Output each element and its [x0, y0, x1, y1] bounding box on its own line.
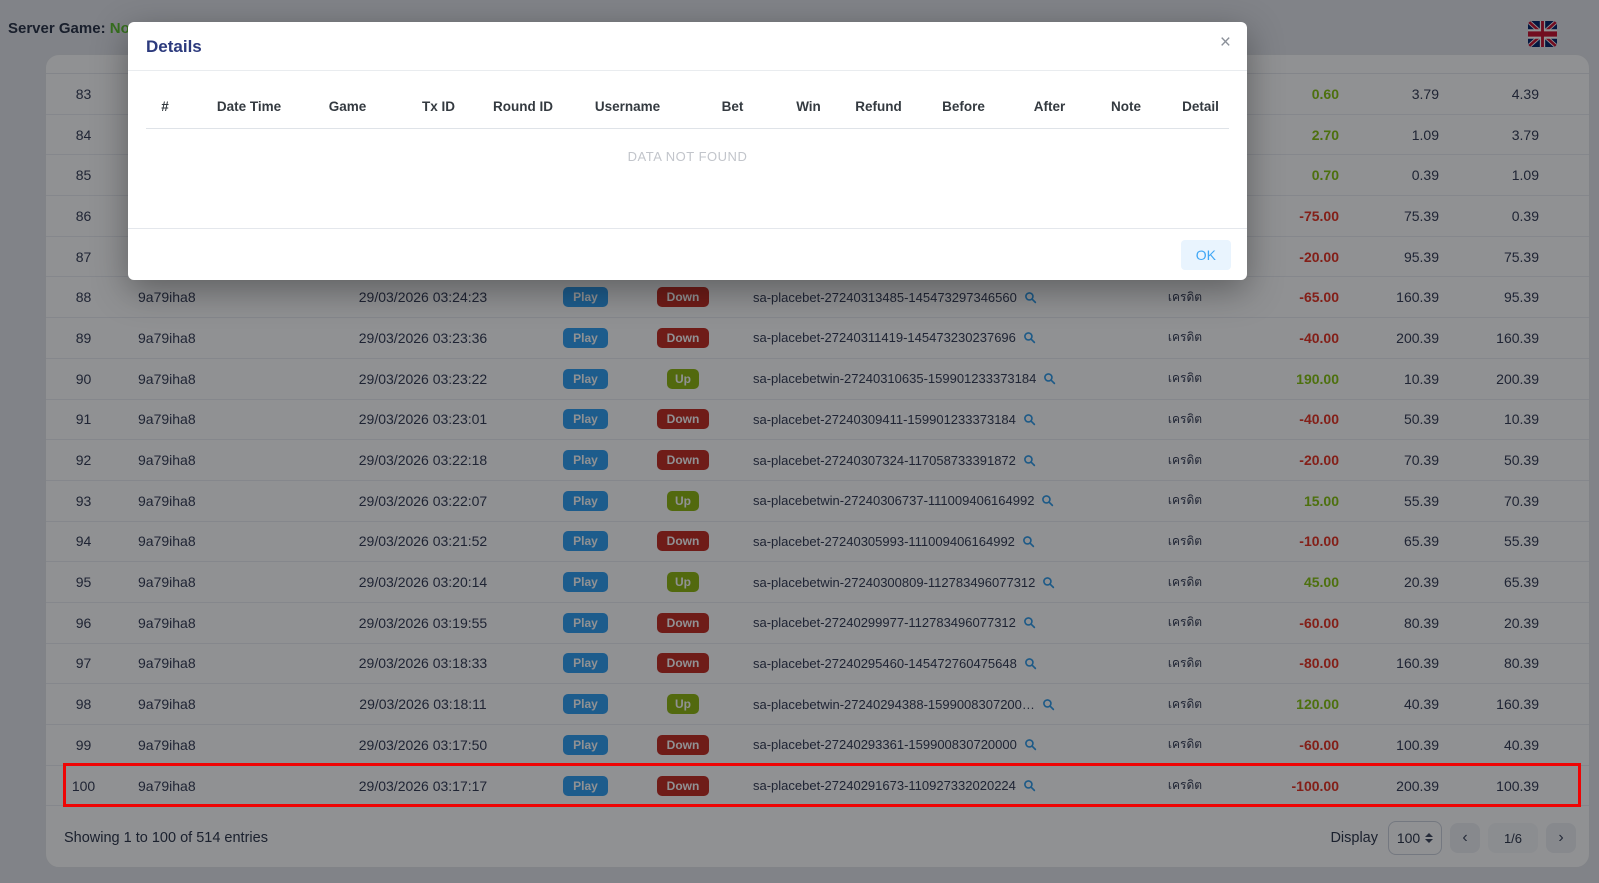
modal-column-header: Game: [296, 99, 399, 114]
ok-button[interactable]: OK: [1181, 240, 1231, 270]
modal-column-header: Tx ID: [399, 99, 478, 114]
modal-header-divider: [146, 128, 1229, 129]
modal-column-header: Before: [918, 99, 1009, 114]
modal-column-header: Date Time: [202, 99, 296, 114]
modal-column-header: After: [1009, 99, 1090, 114]
modal-column-header: Bet: [687, 99, 778, 114]
modal-column-header: Refund: [839, 99, 918, 114]
details-modal: Details × #Date TimeGameTx IDRound IDUse…: [128, 22, 1247, 280]
modal-title: Details: [128, 22, 1247, 71]
modal-column-header: Round ID: [478, 99, 568, 114]
modal-column-header: Win: [778, 99, 839, 114]
modal-column-header: #: [128, 99, 202, 114]
modal-footer: OK: [128, 228, 1247, 280]
modal-column-headers: #Date TimeGameTx IDRound IDUsernameBetWi…: [128, 71, 1247, 128]
modal-empty-message: DATA NOT FOUND: [128, 149, 1247, 164]
modal-column-header: Detail: [1162, 99, 1239, 114]
modal-column-header: Note: [1090, 99, 1162, 114]
modal-column-header: Username: [568, 99, 687, 114]
close-icon[interactable]: ×: [1220, 33, 1231, 52]
